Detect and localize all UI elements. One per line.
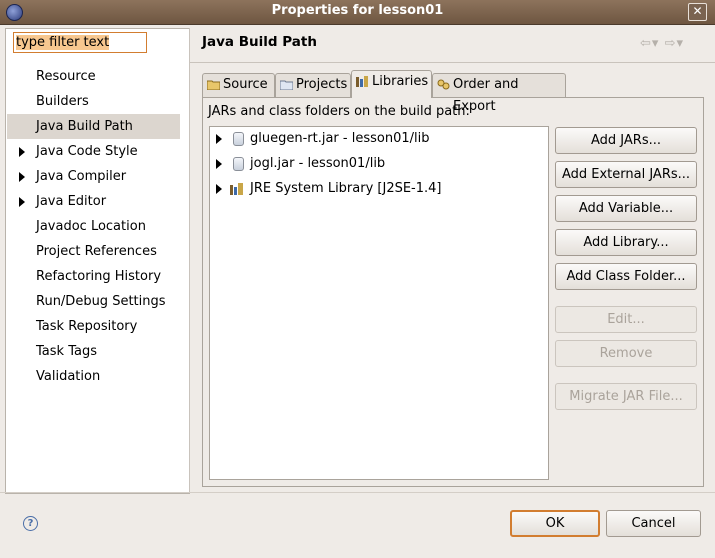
tree-row[interactable]: gluegen-rt.jar - lesson01/lib bbox=[210, 127, 540, 151]
expand-icon[interactable] bbox=[216, 159, 222, 169]
sidebar-item-task-repository[interactable]: Task Repository bbox=[7, 314, 180, 339]
close-icon[interactable]: ✕ bbox=[688, 3, 707, 21]
tab-source[interactable]: Source bbox=[202, 73, 275, 97]
sidebar-item-validation[interactable]: Validation bbox=[7, 364, 180, 389]
tab-order-and-export[interactable]: Order and Export bbox=[432, 73, 566, 114]
sidebar-item-java-build-path[interactable]: Java Build Path bbox=[7, 114, 180, 139]
sidebar-item-label: Java Compiler bbox=[36, 169, 127, 184]
tree-row[interactable]: jogl.jar - lesson01/lib bbox=[210, 152, 540, 176]
divider bbox=[189, 28, 190, 492]
ok-button[interactable]: OK bbox=[510, 510, 600, 537]
remove-button[interactable]: Remove bbox=[555, 340, 697, 367]
sidebar-item-builders[interactable]: Builders bbox=[7, 89, 180, 114]
back-icon[interactable]: ⇦▾ bbox=[640, 36, 659, 51]
tree-row[interactable]: JRE System Library [J2SE-1.4] bbox=[210, 177, 540, 201]
tab-label: Source bbox=[223, 77, 268, 92]
tree-row-label: JRE System Library [J2SE-1.4] bbox=[250, 181, 442, 196]
tree-row-label: jogl.jar - lesson01/lib bbox=[250, 156, 386, 171]
jar-icon bbox=[233, 157, 244, 171]
sidebar-item-label: Java Editor bbox=[36, 194, 107, 209]
edit-button[interactable]: Edit... bbox=[555, 306, 697, 333]
expand-icon[interactable] bbox=[216, 184, 222, 194]
properties-dialog: Properties for lesson01 ✕ type filter te… bbox=[0, 0, 715, 558]
library-icon bbox=[230, 183, 243, 195]
add-variable-button[interactable]: Add Variable... bbox=[555, 195, 697, 222]
sidebar-item-label: Task Tags bbox=[36, 344, 97, 359]
sidebar-item-javadoc-location[interactable]: Javadoc Location bbox=[7, 214, 180, 239]
expand-icon[interactable] bbox=[19, 172, 25, 182]
add-library-button[interactable]: Add Library... bbox=[555, 229, 697, 256]
window-title: Properties for lesson01 bbox=[271, 3, 444, 18]
sidebar-item-java-compiler[interactable]: Java Compiler bbox=[7, 164, 180, 189]
help-icon[interactable]: ? bbox=[23, 516, 38, 531]
add-external-jars-button[interactable]: Add External JARs... bbox=[555, 161, 697, 188]
sidebar-item-label: Javadoc Location bbox=[36, 219, 146, 234]
sidebar-item-label: Builders bbox=[36, 94, 89, 109]
sidebar-item-label: Java Build Path bbox=[36, 119, 133, 134]
cancel-button[interactable]: Cancel bbox=[606, 510, 701, 537]
sidebar-item-label: Run/Debug Settings bbox=[36, 294, 166, 309]
sidebar-item-label: Project References bbox=[36, 244, 157, 259]
sidebar-item-label: Validation bbox=[36, 369, 101, 384]
sidebar-item-label: Task Repository bbox=[36, 319, 138, 334]
sidebar-item-task-tags[interactable]: Task Tags bbox=[7, 339, 180, 364]
expand-icon[interactable] bbox=[216, 134, 222, 144]
header-divider bbox=[190, 62, 715, 63]
title-bar: Properties for lesson01 ✕ bbox=[0, 0, 715, 25]
footer-divider bbox=[0, 492, 715, 493]
tab-projects[interactable]: Projects bbox=[275, 73, 351, 97]
tree-row-label: gluegen-rt.jar - lesson01/lib bbox=[250, 131, 430, 146]
sidebar-item-resource[interactable]: Resource bbox=[7, 64, 180, 89]
sidebar-item-label: Resource bbox=[36, 69, 96, 84]
sidebar-item-java-editor[interactable]: Java Editor bbox=[7, 189, 180, 214]
project-icon bbox=[280, 80, 293, 90]
jar-icon bbox=[233, 132, 244, 146]
folder-icon bbox=[207, 80, 220, 90]
expand-icon[interactable] bbox=[19, 147, 25, 157]
libraries-tree[interactable]: gluegen-rt.jar - lesson01/lib jogl.jar - … bbox=[209, 126, 549, 480]
sidebar-item-refactoring-history[interactable]: Refactoring History bbox=[7, 264, 180, 289]
expand-icon[interactable] bbox=[19, 197, 25, 207]
sidebar-item-java-code-style[interactable]: Java Code Style bbox=[7, 139, 180, 164]
library-icon bbox=[356, 76, 368, 87]
forward-icon[interactable]: ⇨▾ bbox=[665, 36, 684, 51]
page-nav: ⇦▾ ⇨▾ bbox=[640, 36, 684, 51]
page-title: Java Build Path bbox=[202, 34, 317, 50]
migrate-jar-button[interactable]: Migrate JAR File... bbox=[555, 383, 697, 410]
libraries-description: JARs and class folders on the build path… bbox=[208, 104, 470, 119]
sidebar-item-run-debug-settings[interactable]: Run/Debug Settings bbox=[7, 289, 180, 314]
tab-libraries[interactable]: Libraries bbox=[351, 70, 432, 98]
sidebar-item-label: Refactoring History bbox=[36, 269, 162, 284]
filter-input[interactable]: type filter text bbox=[13, 32, 147, 53]
order-icon bbox=[437, 79, 450, 90]
tab-label: Projects bbox=[296, 77, 348, 92]
add-class-folder-button[interactable]: Add Class Folder... bbox=[555, 263, 697, 290]
tab-label: Libraries bbox=[372, 74, 429, 89]
sidebar-item-project-references[interactable]: Project References bbox=[7, 239, 180, 264]
add-jars-button[interactable]: Add JARs... bbox=[555, 127, 697, 154]
sidebar-item-label: Java Code Style bbox=[36, 144, 138, 159]
filter-text: type filter text bbox=[16, 35, 110, 50]
